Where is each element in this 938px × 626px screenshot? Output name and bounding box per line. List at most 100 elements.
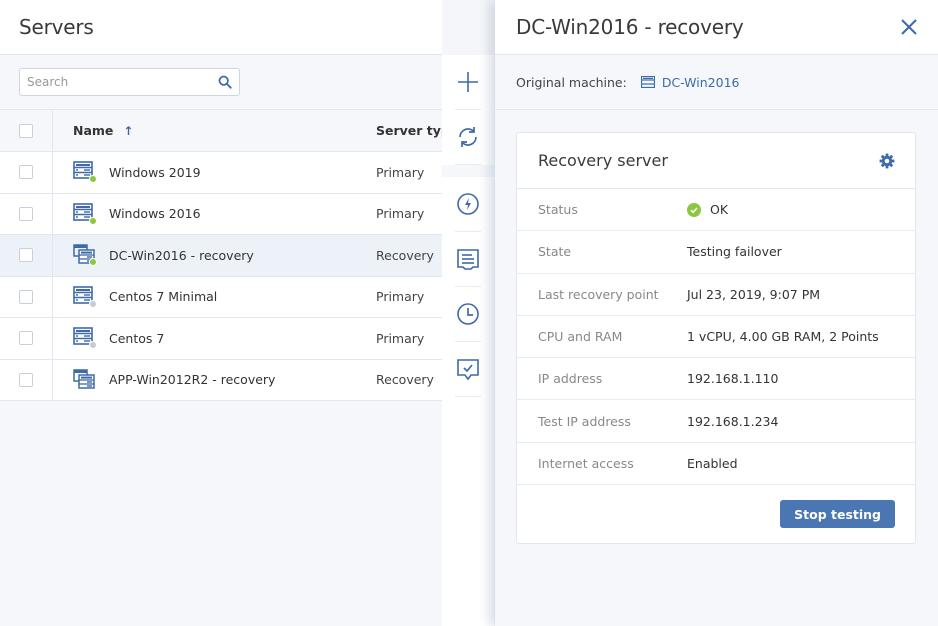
server-icon bbox=[73, 285, 97, 308]
column-name-label: Name bbox=[73, 123, 114, 138]
actions-toolbar bbox=[442, 55, 494, 626]
status-dot-icon bbox=[89, 299, 97, 308]
lightning-icon bbox=[457, 193, 479, 215]
stop-testing-button[interactable]: Stop testing bbox=[780, 500, 895, 529]
select-all-checkbox[interactable] bbox=[19, 123, 33, 138]
row-name-cell: Centos 7 bbox=[53, 318, 376, 359]
search-input[interactable] bbox=[27, 75, 218, 89]
recovery-server-icon bbox=[73, 244, 97, 267]
row-check-cell bbox=[0, 276, 53, 317]
table-row[interactable]: Centos 7 Primary bbox=[0, 318, 442, 360]
property-label: CPU and RAM bbox=[538, 329, 623, 345]
row-check-cell bbox=[0, 318, 53, 359]
server-icon bbox=[73, 327, 97, 350]
row-name-cell: DC-Win2016 - recovery bbox=[53, 235, 376, 276]
refresh-button[interactable] bbox=[455, 110, 481, 165]
ok-check-icon bbox=[687, 202, 701, 217]
column-header-name[interactable]: Name ↑ bbox=[53, 110, 376, 151]
property-value: Jul 23, 2019, 9:07 PM bbox=[687, 287, 820, 302]
table-row[interactable]: Centos 7 Minimal Primary bbox=[0, 276, 442, 318]
property-value: Testing failover bbox=[687, 244, 782, 259]
property-label: Test IP address bbox=[538, 413, 631, 429]
row-checkbox[interactable] bbox=[19, 165, 33, 180]
property-row: CPU and RAM 1 vCPU, 4.00 GB RAM, 2 Points bbox=[517, 316, 915, 359]
server-type: Primary bbox=[376, 164, 425, 180]
original-machine-link[interactable]: DC-Win2016 bbox=[640, 75, 740, 90]
server-icon bbox=[640, 76, 655, 88]
table-header-row: Name ↑ Server type bbox=[0, 110, 442, 152]
property-row: Status OK bbox=[517, 189, 915, 232]
card-title: Recovery server bbox=[538, 151, 668, 170]
property-row: Internet access Enabled bbox=[517, 443, 915, 486]
search-box[interactable] bbox=[19, 68, 240, 96]
history-button[interactable] bbox=[455, 287, 481, 342]
row-check-cell bbox=[0, 359, 53, 400]
details-panel: DC-Win2016 - recovery Original machine: … bbox=[495, 0, 938, 626]
sort-ascending-icon[interactable]: ↑ bbox=[123, 124, 133, 138]
property-value-text: Jul 23, 2019, 9:07 PM bbox=[687, 286, 821, 302]
column-header-server-type[interactable]: Server type bbox=[376, 123, 442, 138]
row-checkbox[interactable] bbox=[19, 248, 33, 263]
add-button[interactable] bbox=[455, 55, 481, 110]
details-header: DC-Win2016 - recovery bbox=[495, 0, 938, 55]
table-row[interactable]: DC-Win2016 - recovery Recovery bbox=[0, 235, 442, 277]
status-dot-icon bbox=[89, 341, 97, 350]
recovery-server-card: Recovery server Status OK State Testing fai… bbox=[516, 132, 916, 545]
gear-icon[interactable] bbox=[879, 153, 895, 169]
card-header: Recovery server bbox=[517, 133, 915, 189]
test-failover-button[interactable] bbox=[455, 342, 481, 397]
row-name-cell: Centos 7 Minimal bbox=[53, 277, 376, 318]
property-row: IP address 192.168.1.110 bbox=[517, 358, 915, 401]
search-bar bbox=[0, 55, 442, 110]
row-checkbox[interactable] bbox=[19, 372, 33, 387]
row-checkbox[interactable] bbox=[19, 206, 33, 221]
property-value-text: Testing failover bbox=[687, 244, 782, 260]
server-name[interactable]: DC-Win2016 - recovery bbox=[109, 248, 254, 263]
select-all-cell bbox=[0, 110, 53, 151]
search-icon[interactable] bbox=[218, 75, 232, 89]
property-label: IP address bbox=[538, 371, 603, 387]
property-row: Test IP address 192.168.1.234 bbox=[517, 400, 915, 443]
plus-icon bbox=[458, 72, 478, 92]
page-title: Servers bbox=[19, 15, 94, 39]
server-name[interactable]: Windows 2016 bbox=[109, 206, 201, 221]
property-label: Internet access bbox=[538, 455, 634, 471]
property-value-text: 192.168.1.234 bbox=[687, 413, 779, 429]
activities-button[interactable] bbox=[455, 232, 481, 287]
status-dot-icon bbox=[89, 258, 97, 267]
server-icon bbox=[73, 161, 97, 184]
details-title: DC-Win2016 - recovery bbox=[516, 15, 744, 39]
server-name[interactable]: APP-Win2012R2 - recovery bbox=[109, 372, 275, 387]
servers-table: Name ↑ Server type Windows 2019 Primary … bbox=[0, 110, 442, 401]
servers-list-panel: Servers Name ↑ Server type Windows 2019 … bbox=[0, 0, 442, 626]
original-machine-value[interactable]: DC-Win2016 bbox=[662, 75, 740, 90]
toolbar-separator bbox=[442, 165, 494, 177]
close-icon[interactable] bbox=[899, 17, 919, 37]
row-checkbox[interactable] bbox=[19, 331, 33, 346]
property-value: Enabled bbox=[687, 456, 738, 471]
server-name[interactable]: Centos 7 bbox=[109, 331, 164, 346]
property-label: Last recovery point bbox=[538, 286, 659, 302]
row-check-cell bbox=[0, 193, 53, 234]
refresh-icon bbox=[459, 127, 477, 147]
row-check-cell bbox=[0, 152, 53, 193]
recovery-server-icon bbox=[73, 369, 97, 391]
log-icon bbox=[457, 249, 479, 270]
property-value-text: 1 vCPU, 4.00 GB RAM, 2 Points bbox=[687, 329, 879, 345]
table-row[interactable]: APP-Win2012R2 - recovery Recovery bbox=[0, 359, 442, 401]
property-value: OK bbox=[687, 202, 728, 217]
table-row[interactable]: Windows 2019 Primary bbox=[0, 152, 442, 194]
server-type: Primary bbox=[376, 206, 425, 222]
status-dot-icon bbox=[89, 175, 97, 184]
property-row: Last recovery point Jul 23, 2019, 9:07 PM bbox=[517, 274, 915, 316]
original-machine-row: Original machine: DC-Win2016 bbox=[495, 55, 938, 110]
status-dot-icon bbox=[89, 216, 97, 225]
row-checkbox[interactable] bbox=[19, 289, 33, 304]
failover-button[interactable] bbox=[455, 177, 481, 232]
property-label: State bbox=[538, 244, 572, 260]
table-row[interactable]: Windows 2016 Primary bbox=[0, 193, 442, 235]
server-name[interactable]: Centos 7 Minimal bbox=[109, 289, 217, 304]
server-name[interactable]: Windows 2019 bbox=[109, 165, 201, 180]
card-footer: Stop testing bbox=[517, 485, 915, 543]
row-name-cell: Windows 2016 bbox=[53, 194, 376, 235]
